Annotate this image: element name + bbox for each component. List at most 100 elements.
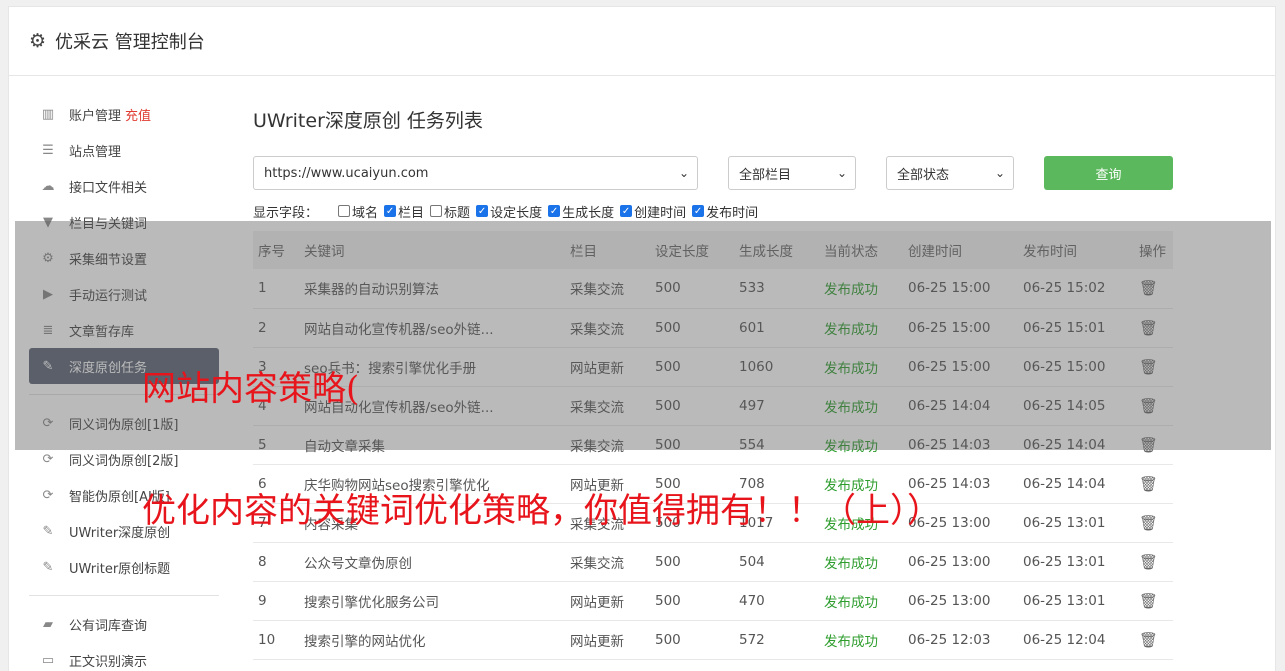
table-cell-actions: 🗑	[1134, 581, 1173, 620]
table-cell: 470	[739, 592, 765, 609]
trash-icon[interactable]: 🗑	[1139, 553, 1158, 571]
cloud-upload-icon: ☁	[41, 178, 55, 194]
overlay-headline-1: 网站内容策略(	[142, 369, 360, 409]
refresh-icon: ⟳	[42, 487, 54, 503]
sidebar-item-label: 公有词库查询	[69, 618, 148, 634]
table-cell: 发布成功	[824, 633, 878, 650]
table-cell: 网站更新	[570, 633, 624, 650]
checkbox-box[interactable]: ✓	[384, 205, 397, 217]
sidebar-item-uwriter-title[interactable]: ✎ UWriter原创标题	[29, 549, 219, 585]
field-checkbox-domain[interactable]: 域名	[338, 202, 378, 221]
checkbox-label: 标题	[444, 205, 471, 221]
sidebar-item-interface-files[interactable]: ☁ 接口文件相关	[29, 168, 219, 204]
checkbox-label: 栏目	[398, 205, 425, 221]
sidebar-divider	[29, 595, 219, 596]
table-cell: 06-25 12:04	[1023, 631, 1106, 648]
checkbox-box[interactable]: ✓	[692, 205, 705, 217]
table-cell: 06-25 13:00	[908, 592, 991, 609]
checkbox-box[interactable]	[430, 205, 443, 217]
table-cell: 504	[739, 553, 765, 570]
table-cell: 10	[258, 631, 276, 648]
checkbox-box[interactable]: ✓	[476, 205, 489, 217]
checkbox-label: 设定长度	[490, 205, 543, 221]
field-checkbox-title[interactable]: 标题	[430, 202, 470, 221]
table-cell: 06-25 13:01	[1023, 514, 1106, 531]
table-cell: 500	[655, 592, 681, 609]
field-checkbox-set-length[interactable]: ✓ 设定长度	[476, 202, 542, 221]
chevron-down-icon: ⌄	[836, 166, 847, 180]
chevron-down-icon: ⌄	[678, 166, 689, 180]
field-checkbox-gen-length[interactable]: ✓ 生成长度	[548, 202, 614, 221]
table-cell: 06-25 13:01	[1023, 553, 1106, 570]
sidebar-item-label: 账户管理	[69, 108, 122, 124]
table-cell: 500	[655, 631, 681, 648]
checkbox-label: 域名	[352, 205, 379, 221]
table-cell: 06-25 13:01	[1023, 592, 1106, 609]
book-icon: ▰	[43, 616, 53, 632]
server-icon: ☰	[42, 142, 54, 158]
table-cell-actions: 🗑	[1134, 464, 1173, 503]
table-cell: 搜索引擎优化服务公司	[304, 594, 439, 611]
gear-icon: ⚙	[29, 30, 47, 52]
site-select-value: https://www.ucaiyun.com	[264, 165, 429, 181]
table-row: 8 公众号文章伪原创 采集交流 500 504 发布成功 06-25 13:00 06-25 …	[253, 542, 1173, 581]
fields-label: 显示字段：	[253, 205, 319, 221]
table-cell-actions: 🗑	[1134, 503, 1173, 542]
table-cell: 8	[258, 553, 267, 570]
column-select[interactable]: 全部栏目 ⌄	[728, 156, 856, 190]
page-title: UWriter深度原创 任务列表	[253, 110, 483, 132]
status-select-value: 全部状态	[897, 167, 950, 183]
table-cell: 06-25 12:03	[908, 631, 991, 648]
table-cell: 9	[258, 592, 267, 609]
trash-icon[interactable]: 🗑	[1139, 631, 1158, 649]
table-cell-actions: 🗑	[1134, 542, 1173, 581]
field-checkbox-published[interactable]: ✓ 发布时间	[692, 202, 758, 221]
edit-icon: ✎	[42, 523, 54, 539]
main-content: UWriter深度原创 任务列表 https://www.ucaiyun.com…	[253, 106, 1173, 659]
table-row: 9 搜索引擎优化服务公司 网站更新 500 470 发布成功 06-25 13:00 06-2…	[253, 581, 1173, 620]
sidebar-item-label: 同义词伪原创[2版]	[69, 453, 179, 469]
recharge-link[interactable]: 充值	[125, 105, 151, 124]
site-select[interactable]: https://www.ucaiyun.com ⌄	[253, 156, 698, 190]
table-cell: 网站更新	[570, 594, 624, 611]
sidebar-item-label: UWriter原创标题	[69, 561, 171, 577]
table-cell: 发布成功	[824, 555, 878, 572]
field-checkbox-created[interactable]: ✓ 创建时间	[620, 202, 686, 221]
trash-icon[interactable]: 🗑	[1139, 475, 1158, 493]
table-cell: 搜索引擎的网站优化	[304, 633, 426, 650]
sidebar-item-label: 接口文件相关	[69, 180, 148, 196]
checkbox-label: 创建时间	[634, 205, 687, 221]
table-cell: 06-25 13:00	[908, 553, 991, 570]
edit-icon: ✎	[42, 559, 54, 575]
checkbox-label: 发布时间	[706, 205, 759, 221]
dim-overlay	[15, 221, 1271, 450]
checkbox-box[interactable]: ✓	[620, 205, 633, 217]
status-select[interactable]: 全部状态 ⌄	[886, 156, 1014, 190]
monitor-icon: ▭	[41, 652, 55, 668]
bar-chart-icon: ▥	[41, 106, 55, 122]
app-title: 优采云 管理控制台	[55, 32, 205, 53]
query-button[interactable]: 查询	[1044, 156, 1173, 190]
header-bar: ⚙ 优采云 管理控制台	[8, 6, 1276, 76]
table-cell: 06-25 14:04	[1023, 475, 1106, 492]
trash-icon[interactable]: 🗑	[1139, 514, 1158, 532]
table-cell-actions: 🗑	[1134, 620, 1173, 659]
sidebar-item-sites[interactable]: ☰ 站点管理	[29, 132, 219, 168]
table-cell: 公众号文章伪原创	[304, 555, 412, 572]
sidebar-item-public-lexicon[interactable]: ▰ 公有词库查询	[29, 606, 219, 642]
sidebar-item-account[interactable]: ▥ 账户管理 充值	[29, 96, 219, 132]
sidebar-item-body-recognition[interactable]: ▭ 正文识别演示	[29, 642, 219, 671]
checkbox-label: 生成长度	[562, 205, 615, 221]
column-select-value: 全部栏目	[739, 167, 792, 183]
chevron-down-icon: ⌄	[994, 166, 1005, 180]
filter-bar: https://www.ucaiyun.com ⌄ 全部栏目 ⌄ 全部状态 ⌄ …	[253, 156, 1173, 206]
sidebar-item-label: 正文识别演示	[69, 654, 148, 670]
field-checkbox-column[interactable]: ✓ 栏目	[384, 202, 424, 221]
overlay-headline-2: 优化内容的关键词优化策略，你值得拥有！！（上））	[142, 491, 941, 531]
checkbox-box[interactable]	[338, 205, 351, 217]
trash-icon[interactable]: 🗑	[1139, 592, 1158, 610]
refresh-icon: ⟳	[42, 451, 54, 467]
checkbox-box[interactable]: ✓	[548, 205, 561, 217]
table-cell: 发布成功	[824, 594, 878, 611]
table-cell: 572	[739, 631, 765, 648]
